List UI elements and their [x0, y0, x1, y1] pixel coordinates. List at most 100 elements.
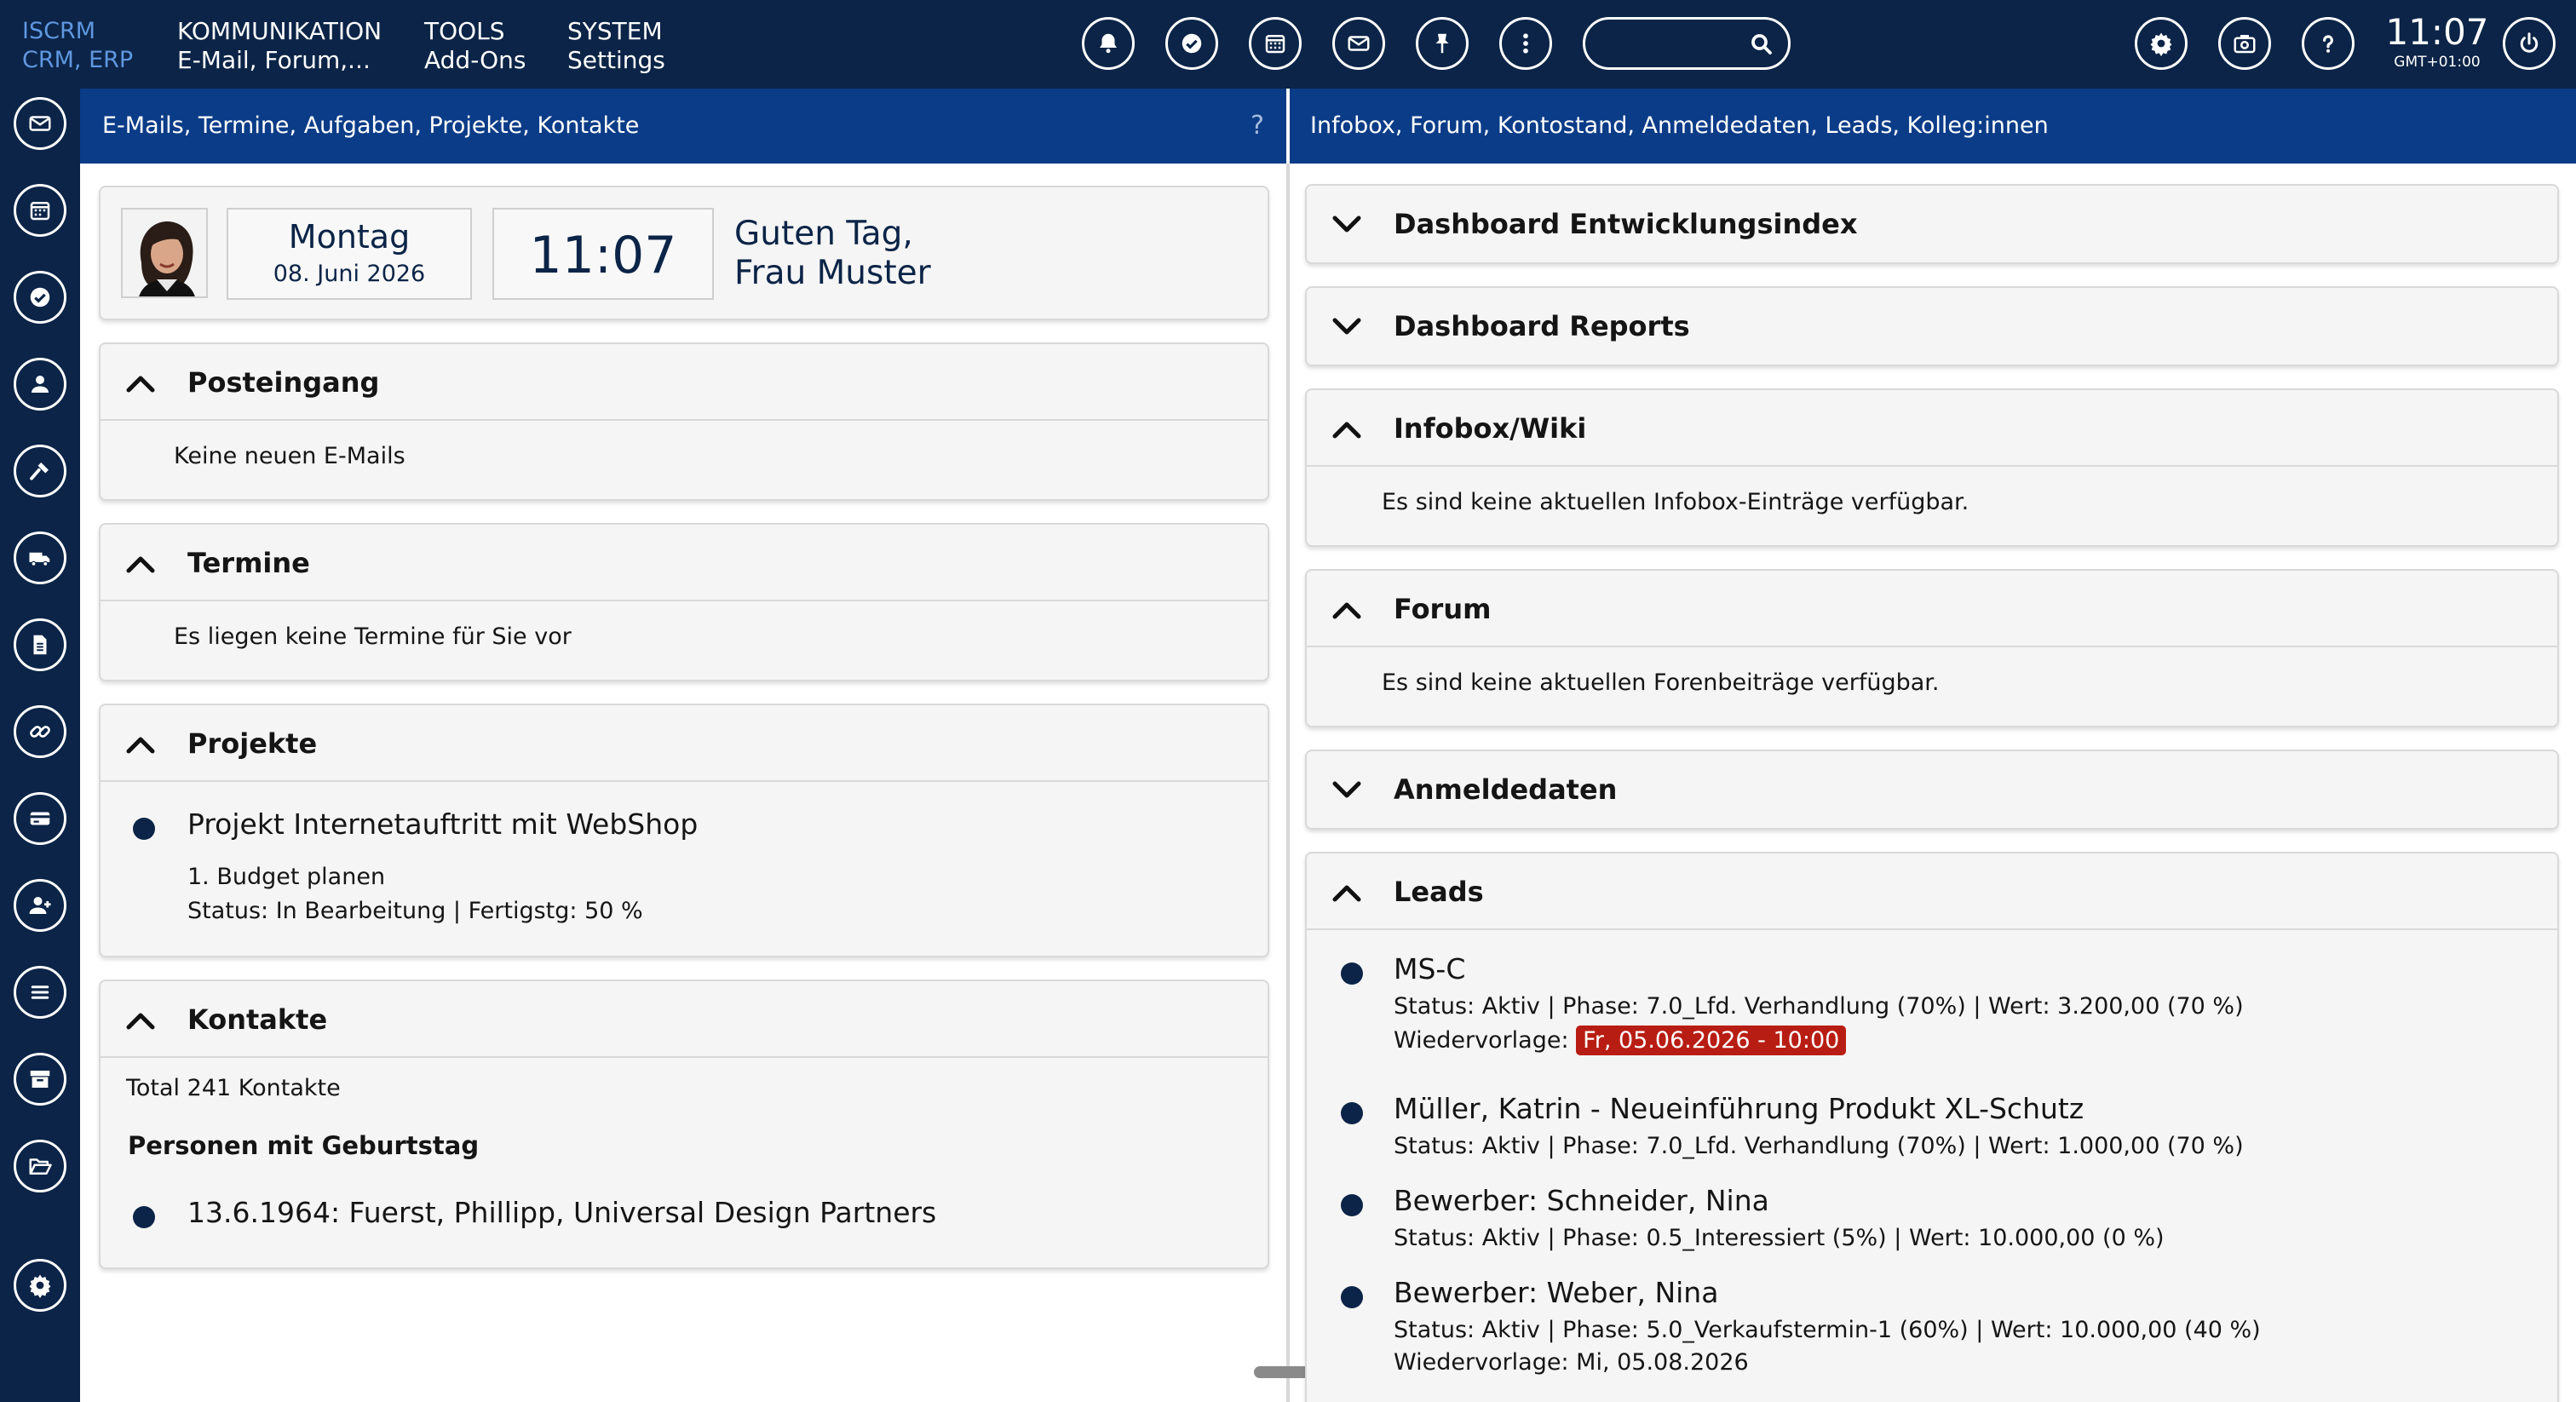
forum-header[interactable]: Forum: [1307, 571, 2557, 647]
sidebar-item-tasks[interactable]: [14, 271, 66, 324]
infobox-title: Infobox/Wiki: [1394, 412, 1587, 445]
mail-button[interactable]: [1332, 17, 1385, 70]
leads-header[interactable]: Leads: [1307, 853, 2557, 930]
sidebar-item-links[interactable]: [14, 705, 66, 758]
power-icon: [2520, 32, 2539, 53]
help-link[interactable]: ?: [1251, 89, 1264, 164]
menu-system-title: SYSTEM: [567, 17, 663, 45]
brand-logo[interactable]: ISCRM CRM, ERP: [22, 17, 133, 75]
lead-name[interactable]: Müller, Katrin - Neueinführung Produkt X…: [1394, 1092, 2084, 1125]
termine-header[interactable]: Termine: [101, 525, 1268, 601]
sidebar-item-contacts[interactable]: [14, 358, 66, 411]
list-bullet: [133, 818, 155, 840]
notifications-button[interactable]: [1082, 17, 1135, 70]
bell-icon: [1100, 33, 1117, 54]
clock-time: 11:07: [2385, 11, 2489, 53]
user-icon: [32, 376, 49, 393]
sidebar-item-files[interactable]: [14, 1140, 66, 1192]
lead-name[interactable]: Bewerber: Schneider, Nina: [1394, 1184, 1769, 1217]
menu-kommunikation[interactable]: KOMMUNIKATION E-Mail, Forum,...: [177, 17, 382, 75]
sidebar-item-documents[interactable]: [14, 618, 66, 671]
settings-button[interactable]: [2135, 17, 2188, 70]
panel-divider[interactable]: [1286, 164, 1290, 1402]
termine-card: Termine Es liegen keine Termine für Sie …: [99, 523, 1269, 681]
pin-button[interactable]: [1416, 17, 1469, 70]
infobox-header[interactable]: Infobox/Wiki: [1307, 390, 2557, 467]
birthday-entry[interactable]: 13.6.1964: Fuerst, Phillipp, Universal D…: [187, 1196, 936, 1229]
chevron-up-icon[interactable]: [124, 729, 157, 758]
sidebar-item-delivery[interactable]: [14, 531, 66, 584]
projekte-header[interactable]: Projekte: [101, 705, 1268, 782]
sidebar-item-add-user[interactable]: [14, 879, 66, 932]
kontakte-header[interactable]: Kontakte: [101, 981, 1268, 1058]
sidebar-item-list[interactable]: [14, 966, 66, 1019]
reports-header[interactable]: Dashboard Reports: [1307, 288, 2557, 365]
forum-title: Forum: [1394, 593, 1492, 625]
list-bullet: [1341, 962, 1363, 985]
sidebar-item-archive[interactable]: [14, 1053, 66, 1106]
left-panel-header: E-Mails, Termine, Aufgaben, Projekte, Ko…: [80, 89, 1286, 164]
chevron-down-icon[interactable]: [1331, 210, 1363, 238]
avatar-photo: [123, 210, 206, 296]
lead-followup: Wiedervorlage: Mi, 05.08.2026: [1394, 1349, 1749, 1376]
posteingang-header[interactable]: Posteingang: [101, 344, 1268, 421]
tasks-button[interactable]: [1165, 17, 1218, 70]
user-plus-icon: [29, 897, 51, 914]
logout-button[interactable]: [2503, 17, 2556, 70]
chevron-down-icon[interactable]: [1331, 775, 1363, 804]
chevron-up-icon[interactable]: [124, 368, 157, 397]
menu-kommunikation-title: KOMMUNIKATION: [177, 17, 382, 45]
brand-line-2: CRM, ERP: [22, 47, 134, 73]
project-name[interactable]: Projekt Internetauftritt mit WebShop: [187, 807, 698, 841]
calendar-button[interactable]: [1249, 17, 1302, 70]
date: 08. Juni 2026: [273, 261, 426, 287]
chevron-up-icon[interactable]: [1331, 595, 1363, 623]
kontakte-total: Total 241 Kontakte: [126, 1075, 341, 1101]
search-input[interactable]: [1601, 28, 1745, 59]
truck-icon: [29, 552, 50, 566]
project-status: Status: In Bearbeitung | Fertigstg: 50 %: [187, 898, 643, 924]
chevron-up-icon[interactable]: [124, 1005, 157, 1034]
followup-label: Wiedervorlage:: [1394, 1027, 1569, 1054]
more-vertical-icon: [1523, 33, 1528, 54]
gear-icon: [29, 1274, 51, 1298]
sidebar-item-payments[interactable]: [14, 792, 66, 845]
anmeldedaten-card: Anmeldedaten: [1305, 750, 2559, 830]
menu-system[interactable]: SYSTEM Settings: [567, 17, 665, 75]
sidebar-item-calendar[interactable]: [14, 184, 66, 237]
brand-line-1: ISCRM: [22, 18, 96, 44]
sidebar-item-mail[interactable]: [14, 97, 66, 150]
lead-name[interactable]: MS-C: [1394, 952, 1465, 985]
chevron-up-icon[interactable]: [124, 549, 157, 577]
sidebar-item-settings[interactable]: [14, 1259, 66, 1312]
anmeldedaten-header[interactable]: Anmeldedaten: [1307, 751, 2557, 828]
list-bullet: [1341, 1102, 1363, 1124]
more-options-button[interactable]: [1499, 17, 1552, 70]
lead-status: Status: Aktiv | Phase: 7.0_Lfd. Verhandl…: [1394, 993, 2244, 1020]
archive-icon: [30, 1071, 50, 1088]
chevron-down-icon[interactable]: [1331, 312, 1363, 341]
lead-status: Status: Aktiv | Phase: 0.5_Interessiert …: [1394, 1225, 2165, 1251]
briefcase-button[interactable]: [2218, 17, 2271, 70]
reports-title: Dashboard Reports: [1394, 310, 1690, 342]
menu-tools[interactable]: TOOLS Add-Ons: [424, 17, 526, 75]
hammer-icon: [30, 463, 49, 480]
kontakte-title: Kontakte: [187, 1003, 328, 1036]
check-circle-icon: [1182, 33, 1202, 54]
left-sidebar: [0, 89, 80, 1402]
chevron-up-icon[interactable]: [1331, 877, 1363, 906]
lead-name[interactable]: Bewerber: Weber, Nina: [1394, 1276, 1718, 1309]
help-button[interactable]: [2302, 17, 2355, 70]
projekte-title: Projekte: [187, 727, 318, 760]
chevron-up-icon[interactable]: [1331, 414, 1363, 443]
entwicklungsindex-card: Dashboard Entwicklungsindex: [1305, 184, 2559, 264]
posteingang-card: Posteingang Keine neuen E-Mails: [99, 342, 1269, 501]
entwicklungsindex-header[interactable]: Dashboard Entwicklungsindex: [1307, 186, 2557, 262]
clock: 11:07 GMT+01:00: [2382, 12, 2493, 72]
list-icon: [31, 985, 49, 999]
project-task: 1. Budget planen: [187, 864, 386, 890]
time-box: 11:07: [492, 208, 714, 300]
search-icon[interactable]: [1749, 32, 1774, 57]
sidebar-item-tools[interactable]: [14, 445, 66, 497]
menu-system-sub: Settings: [567, 46, 665, 74]
